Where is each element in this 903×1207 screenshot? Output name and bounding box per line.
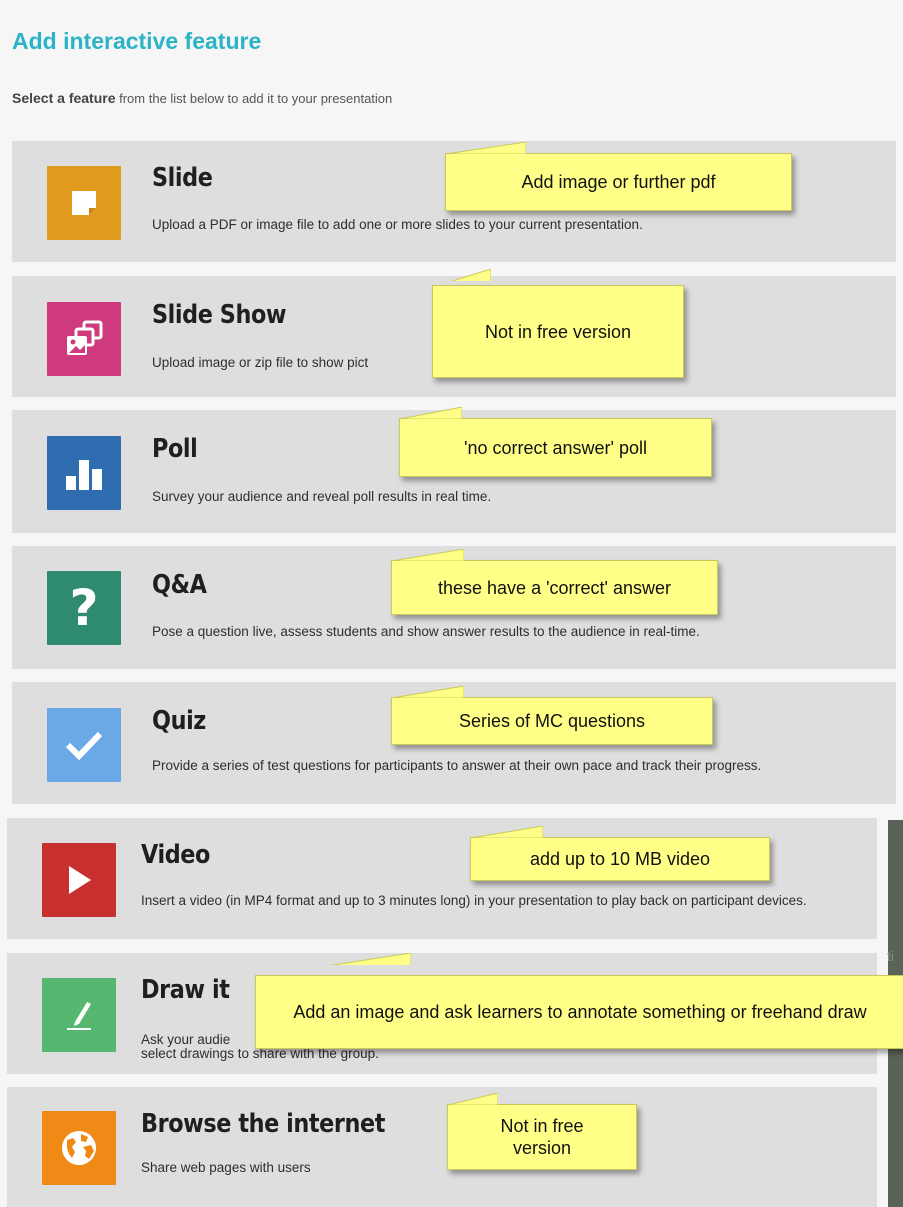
feature-description: Survey your audience and reveal poll res… <box>152 489 492 504</box>
note-text: Add image or further pdf <box>521 172 716 192</box>
note-text: Series of MC questions <box>458 711 646 731</box>
sticky-note: Series of MC questions <box>391 686 713 745</box>
globe-icon <box>42 1111 116 1185</box>
description-line-2: select drawings to share with the group. <box>141 1046 379 1061</box>
subtitle-bold: Select a feature <box>12 90 116 106</box>
note-fold <box>450 269 491 281</box>
add-feature-dialog: Add interactive feature Select a feature… <box>0 0 903 1207</box>
note-fold <box>471 826 543 838</box>
question-mark-icon: ? <box>47 571 121 645</box>
sticky-note: Not in free version <box>447 1093 637 1170</box>
feature-name: Q&A <box>152 570 207 600</box>
sticky-note: add up to 10 MB video <box>470 826 770 881</box>
sticky-note: Add image or further pdf <box>445 142 792 211</box>
feature-description: Insert a video (in MP4 format and up to … <box>141 893 807 908</box>
note-fold <box>392 549 464 561</box>
note-fold <box>400 407 462 419</box>
note-fold <box>448 1093 498 1105</box>
feature-description: Provide a series of test questions for p… <box>152 758 762 773</box>
subtitle-rest: from the list below to add it to your pr… <box>115 91 393 106</box>
note-text: Not in free version <box>484 321 632 342</box>
feature-card-browse-internet[interactable]: Browse the internet Share web pages with… <box>7 1087 877 1207</box>
pencil-icon <box>42 978 116 1052</box>
feature-description: Pose a question live, assess students an… <box>152 624 700 639</box>
note-text: Add an image and ask learners to annotat… <box>293 1002 867 1022</box>
feature-name: Video <box>141 840 210 870</box>
dialog-subtitle: Select a feature from the list below to … <box>12 90 392 106</box>
sticky-note: these have a 'correct' answer <box>391 549 718 615</box>
feature-name: Slide Show <box>152 300 287 330</box>
feature-name: Draw it <box>141 975 230 1005</box>
poll-chart-icon <box>47 436 121 510</box>
play-icon <box>42 843 116 917</box>
sticky-note: Add an image and ask learners to annotat… <box>255 953 903 1049</box>
feature-name: Poll <box>152 434 198 464</box>
slide-icon <box>47 166 121 240</box>
sticky-note: Not in free version <box>432 269 684 378</box>
note-fold <box>330 953 411 965</box>
feature-description: Share web pages with users <box>141 1160 311 1175</box>
note-text: add up to 10 MB video <box>529 849 711 869</box>
sticky-note: 'no correct answer' poll <box>399 407 712 477</box>
dialog-title: Add interactive feature <box>12 28 262 54</box>
background-text-fragment: ti <box>887 948 894 964</box>
note-text: Not in free version <box>500 1116 584 1158</box>
feature-name: Browse the internet <box>141 1109 385 1139</box>
feature-description: Upload a PDF or image file to add one or… <box>152 217 643 232</box>
note-fold <box>446 142 526 154</box>
feature-description: Upload image or zip file to show pict <box>152 355 369 370</box>
note-text: 'no correct answer' poll <box>464 437 647 458</box>
feature-name: Quiz <box>152 706 206 736</box>
checkmark-icon <box>47 708 121 782</box>
feature-name: Slide <box>152 163 213 193</box>
note-text: these have a 'correct' answer <box>438 577 671 598</box>
note-fold <box>392 686 464 698</box>
slideshow-icon <box>47 302 121 376</box>
